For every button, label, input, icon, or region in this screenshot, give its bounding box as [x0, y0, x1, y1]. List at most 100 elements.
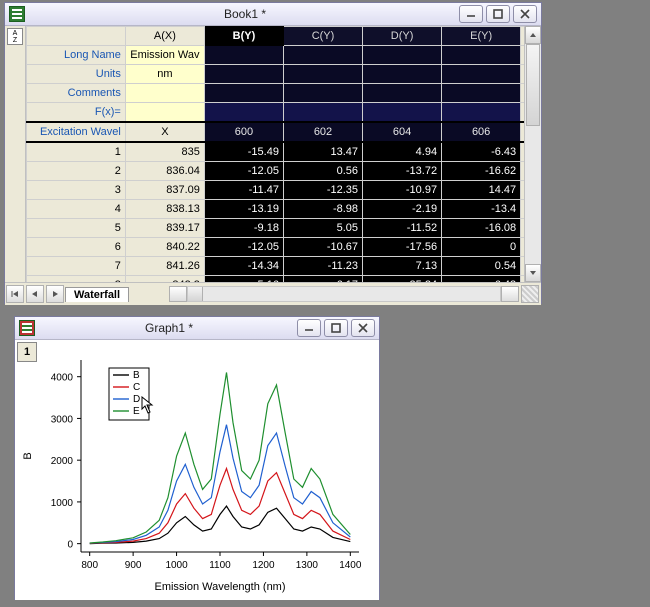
graph-titlebar[interactable]: Graph1 * — [15, 317, 379, 340]
scroll-down-button[interactable] — [525, 264, 541, 282]
column-header-C[interactable]: C(Y) — [283, 27, 362, 46]
user-parameter-row[interactable]: Excitation Wavel X 600 602 604 606 — [27, 122, 541, 142]
table-row[interactable]: 7841.26-14.34-11.237.130.54 — [27, 257, 541, 276]
cell-E[interactable]: 14.47 — [442, 181, 521, 200]
param-E[interactable]: 606 — [442, 122, 521, 142]
close-button[interactable] — [351, 319, 375, 337]
cell-D[interactable]: 7.13 — [363, 257, 442, 276]
row-number[interactable]: 8 — [27, 276, 126, 283]
table-row[interactable]: 4838.13-13.19-8.98-2.19-13.4 — [27, 200, 541, 219]
cell-A[interactable]: 842.3 — [125, 276, 204, 283]
corner-cell[interactable] — [27, 27, 126, 46]
row-number[interactable]: 1 — [27, 142, 126, 162]
cell-D[interactable]: -17.56 — [363, 238, 442, 257]
meta-row-longname[interactable]: Long Name Emission Wav — [27, 46, 541, 65]
cell-B[interactable]: -11.47 — [204, 181, 283, 200]
cell-A[interactable]: 837.09 — [125, 181, 204, 200]
param-B[interactable]: 600 — [204, 122, 283, 142]
cell-B[interactable]: -5.16 — [204, 276, 283, 283]
cell-B[interactable]: -13.19 — [204, 200, 283, 219]
row-number[interactable]: 4 — [27, 200, 126, 219]
column-header-D[interactable]: D(Y) — [363, 27, 442, 46]
scroll-up-button[interactable] — [525, 26, 541, 44]
cell-B[interactable]: -14.34 — [204, 257, 283, 276]
tab-nav-next[interactable] — [46, 285, 64, 303]
cell-D[interactable]: -2.19 — [363, 200, 442, 219]
cell-D[interactable]: -25.24 — [363, 276, 442, 283]
cell-A[interactable]: 838.13 — [125, 200, 204, 219]
cell-A[interactable]: 836.04 — [125, 162, 204, 181]
cell-C[interactable]: -8.98 — [283, 200, 362, 219]
cell-B[interactable]: -9.18 — [204, 219, 283, 238]
cell-E[interactable]: -16.08 — [442, 219, 521, 238]
table-row[interactable]: 2836.04-12.050.56-13.72-16.62 — [27, 162, 541, 181]
hscroll-right[interactable] — [501, 286, 519, 302]
resize-grip-icon[interactable] — [521, 285, 539, 303]
cell-A[interactable]: 839.17 — [125, 219, 204, 238]
sort-icon[interactable]: AZ — [7, 28, 23, 45]
cell-C[interactable]: 0.56 — [283, 162, 362, 181]
cell-D[interactable]: -13.72 — [363, 162, 442, 181]
cell-A[interactable]: 840.22 — [125, 238, 204, 257]
cell-D[interactable]: 4.94 — [363, 142, 442, 162]
param-A[interactable]: X — [125, 122, 204, 142]
minimize-button[interactable] — [297, 319, 321, 337]
cell-C[interactable]: -10.67 — [283, 238, 362, 257]
cell-B[interactable]: -12.05 — [204, 162, 283, 181]
worksheet-grid[interactable]: A(X) B(Y) C(Y) D(Y) E(Y) Long Name Emiss… — [26, 26, 541, 282]
table-row[interactable]: 5839.17-9.185.05-11.52-16.08 — [27, 219, 541, 238]
param-C[interactable]: 602 — [283, 122, 362, 142]
graph-canvas[interactable]: 1 01000200030004000800900100011001200130… — [15, 340, 379, 600]
cell-C[interactable]: 6.17 — [283, 276, 362, 283]
workbook-titlebar[interactable]: Book1 * — [5, 3, 541, 26]
cell-E[interactable]: -6.43 — [442, 276, 521, 283]
cell-E[interactable]: 0 — [442, 238, 521, 257]
maximize-button[interactable] — [486, 5, 510, 23]
workbook-window[interactable]: Book1 * AZ A(X) B(Y) C(Y) — [4, 2, 542, 304]
cell-C[interactable]: 5.05 — [283, 219, 362, 238]
horizontal-scrollbar[interactable] — [169, 286, 519, 302]
sheet-tab[interactable]: Waterfall — [65, 287, 129, 302]
column-header-B[interactable]: B(Y) — [204, 27, 283, 46]
cell-E[interactable]: -16.62 — [442, 162, 521, 181]
column-header-row[interactable]: A(X) B(Y) C(Y) D(Y) E(Y) — [27, 27, 541, 46]
table-row[interactable]: 3837.09-11.47-12.35-10.9714.47 — [27, 181, 541, 200]
cell-E[interactable]: 0.54 — [442, 257, 521, 276]
cell-D[interactable]: -11.52 — [363, 219, 442, 238]
sheet-tab-bar[interactable]: Waterfall — [5, 282, 541, 305]
minimize-button[interactable] — [459, 5, 483, 23]
table-row[interactable]: 6840.22-12.05-10.67-17.560 — [27, 238, 541, 257]
cell-A[interactable]: 841.26 — [125, 257, 204, 276]
cell-E[interactable]: -13.4 — [442, 200, 521, 219]
cell-C[interactable]: -11.23 — [283, 257, 362, 276]
maximize-button[interactable] — [324, 319, 348, 337]
column-header-A[interactable]: A(X) — [125, 27, 204, 46]
cell-B[interactable]: -12.05 — [204, 238, 283, 257]
row-number[interactable]: 2 — [27, 162, 126, 181]
graph-window[interactable]: Graph1 * 1 01000200030004000800900100011… — [14, 316, 380, 600]
cell-E[interactable]: -6.43 — [442, 142, 521, 162]
cell-B[interactable]: -15.49 — [204, 142, 283, 162]
table-row[interactable]: 1835-15.4913.474.94-6.43 — [27, 142, 541, 162]
table-row[interactable]: 8842.3-5.166.17-25.24-6.43 — [27, 276, 541, 283]
row-number[interactable]: 3 — [27, 181, 126, 200]
row-number[interactable]: 5 — [27, 219, 126, 238]
close-button[interactable] — [513, 5, 537, 23]
hscroll-thumb[interactable] — [188, 287, 203, 301]
meta-row-fx[interactable]: F(x)= — [27, 103, 541, 123]
chart-plot[interactable]: 0100020003000400080090010001100120013001… — [15, 340, 377, 598]
hscroll-left[interactable] — [169, 286, 187, 302]
row-number[interactable]: 6 — [27, 238, 126, 257]
cell-D[interactable]: -10.97 — [363, 181, 442, 200]
row-number[interactable]: 7 — [27, 257, 126, 276]
meta-units-A[interactable]: nm — [125, 65, 204, 84]
cell-C[interactable]: -12.35 — [283, 181, 362, 200]
vertical-scrollbar[interactable] — [524, 26, 541, 282]
cell-A[interactable]: 835 — [125, 142, 204, 162]
tab-nav-prev[interactable] — [26, 285, 44, 303]
meta-row-comments[interactable]: Comments — [27, 84, 541, 103]
column-header-E[interactable]: E(Y) — [442, 27, 521, 46]
tab-nav-first[interactable] — [6, 285, 24, 303]
param-D[interactable]: 604 — [363, 122, 442, 142]
cell-C[interactable]: 13.47 — [283, 142, 362, 162]
